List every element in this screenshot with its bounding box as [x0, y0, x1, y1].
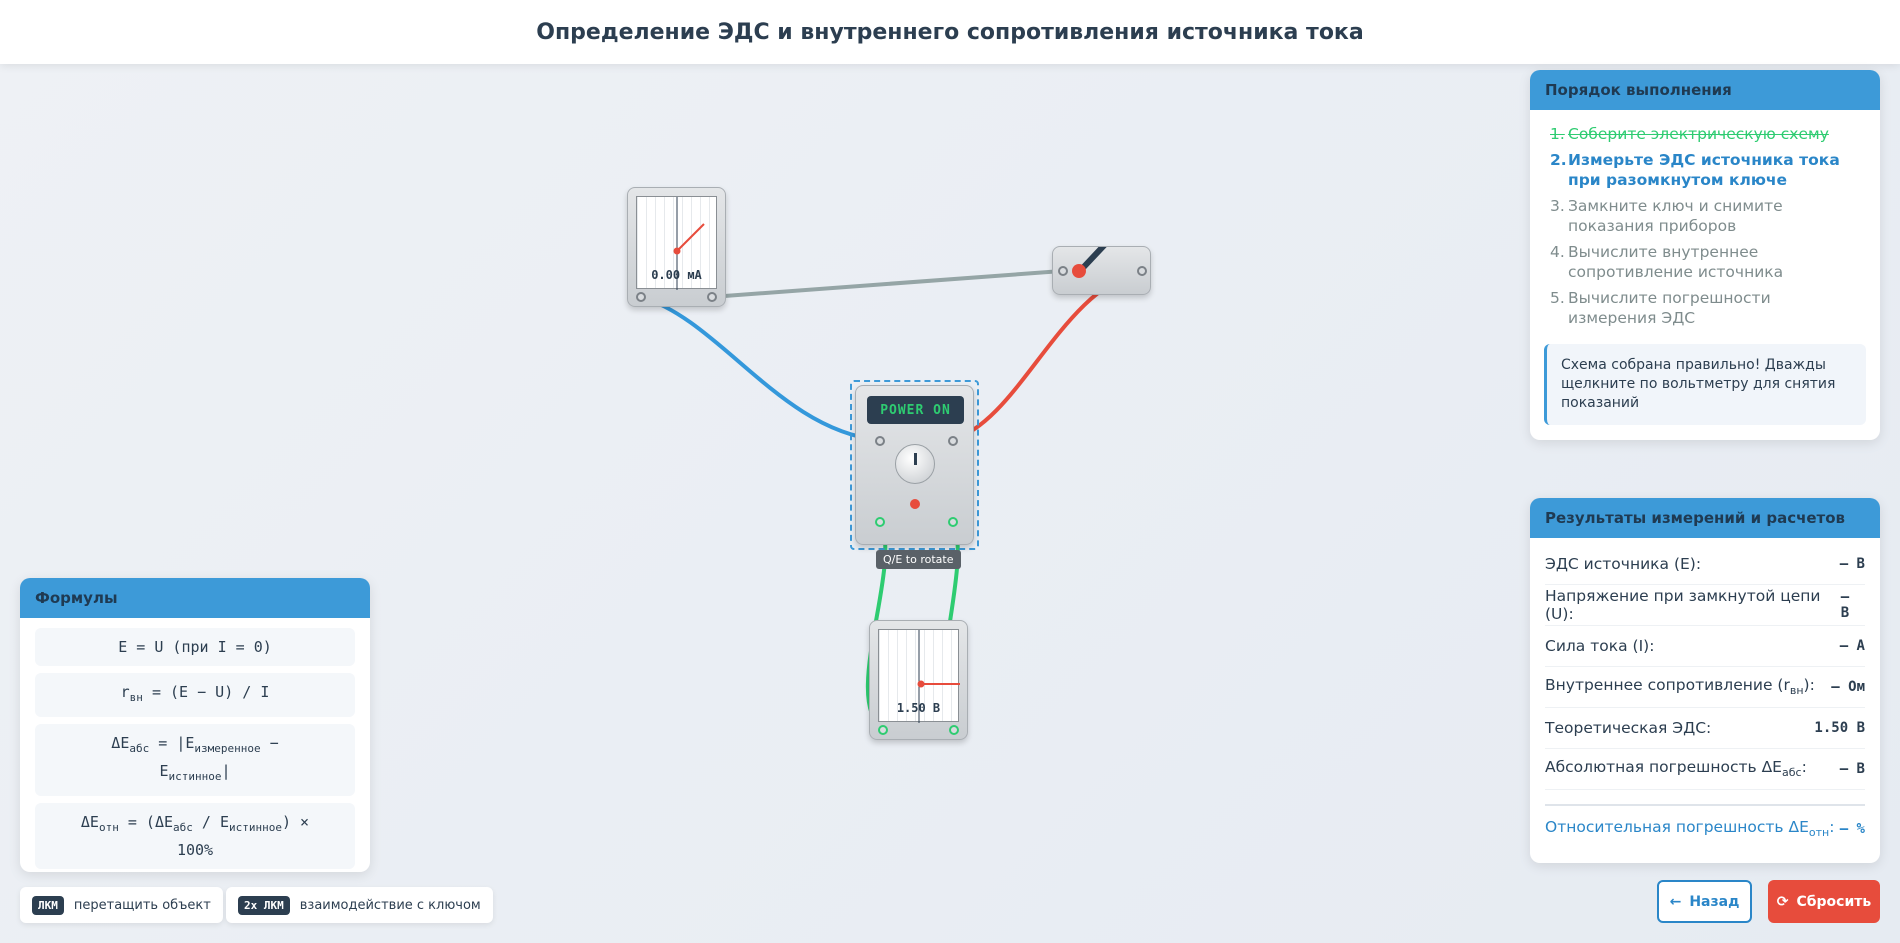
wire-blue	[639, 295, 881, 442]
step-item: 3. Замкните ключ и снимите показания приб…	[1550, 197, 1783, 235]
ammeter-reading: 0.00 мА	[651, 268, 702, 282]
switch-lever	[1072, 247, 1107, 278]
voltmeter-dial: 1.50 В	[878, 629, 960, 723]
hint-chip-interact: 2x ЛКМ взаимодействие с ключом	[226, 887, 493, 923]
ammeter-dial: 0.00 мА	[636, 196, 717, 290]
status-hint: Схема собрана правильно! Дважды щелкните…	[1544, 344, 1866, 425]
voltmeter[interactable]: 1.50 В	[869, 620, 968, 740]
step-item: 1. Соберите электрическую схему	[1550, 125, 1829, 143]
result-row-rel-error: Относительная погрешность ΔEотн: – %	[1545, 804, 1865, 852]
ammeter[interactable]: 0.00 мА	[627, 187, 726, 307]
steps-panel-title: Порядок выполнения	[1530, 70, 1880, 110]
hint-chip-drag: ЛКМ перетащить объект	[20, 887, 223, 923]
kbd-lmb: ЛКМ	[32, 895, 64, 915]
result-row-internal-resistance: Внутреннее сопротивление (rвн): – Ом	[1545, 667, 1865, 708]
formula-rel-error: ΔEотн = (ΔEабс / Eистинное) × 100%	[35, 803, 355, 869]
voltmeter-terminal-left[interactable]	[878, 725, 888, 735]
formula-abs-error: ΔEабс = |Eизмеренное − Eистинное|	[35, 724, 355, 796]
result-row-theoretical-emf: Теоретическая ЭДС: 1.50 В	[1545, 708, 1865, 749]
refresh-icon: ⟳	[1776, 893, 1789, 910]
reset-button[interactable]: ⟳ Сбросить	[1768, 880, 1880, 923]
formula-emf: E = U (при I = 0)	[35, 628, 355, 666]
voltmeter-reading: 1.50 В	[896, 701, 941, 715]
voltmeter-terminal-right[interactable]	[949, 725, 959, 735]
step-item: 4. Вычислите внутреннее сопротивление ист…	[1550, 243, 1784, 281]
source-terminal-top-left[interactable]	[875, 436, 885, 446]
result-row-emf: ЭДС источника (E): – В	[1545, 544, 1865, 585]
source-terminal-bottom-left[interactable]	[875, 517, 885, 527]
formulas-panel-title: Формулы	[20, 578, 370, 618]
steps-panel: Порядок выполнения 1. Соберите электричес…	[1530, 70, 1880, 440]
arrow-left-icon: ←	[1669, 893, 1682, 910]
formula-internal-resistance: rвн = (E − U) / I	[35, 673, 355, 717]
result-row-abs-error: Абсолютная погрешность ΔEабс: – В	[1545, 749, 1865, 790]
switch-key[interactable]	[1052, 246, 1151, 295]
ammeter-terminal-right[interactable]	[707, 292, 717, 302]
power-source[interactable]: POWER ON	[855, 385, 974, 545]
formulas-panel: Формулы E = U (при I = 0) rвн = (E − U) …	[20, 578, 370, 872]
back-button[interactable]: ← Назад	[1657, 880, 1752, 923]
step-item: 5. Вычислите погрешности измерения ЭДС	[1550, 289, 1771, 327]
wire-gray	[709, 269, 1064, 299]
rotate-tooltip: Q/E to rotate	[876, 550, 961, 569]
source-display: POWER ON	[867, 396, 964, 424]
results-panel-title: Результаты измерений и расчетов	[1530, 498, 1880, 538]
step-item: 2. Измерьте ЭДС источника тока при разомк…	[1550, 151, 1840, 189]
ammeter-terminal-left[interactable]	[636, 292, 646, 302]
results-panel: Результаты измерений и расчетов ЭДС исто…	[1530, 498, 1880, 863]
kbd-double-lmb: 2x ЛКМ	[238, 895, 290, 915]
source-indicator-led	[910, 499, 920, 509]
result-row-voltage: Напряжение при замкнутой цепи (U): – В	[1545, 585, 1865, 626]
source-knob[interactable]	[895, 444, 935, 484]
wire-red	[950, 269, 1143, 442]
source-terminal-top-right[interactable]	[948, 436, 958, 446]
steps-list: 1. Соберите электрическую схему 2. Измерьт…	[1530, 110, 1880, 328]
source-terminal-bottom-right[interactable]	[948, 517, 958, 527]
result-row-current: Сила тока (I): – А	[1545, 626, 1865, 667]
